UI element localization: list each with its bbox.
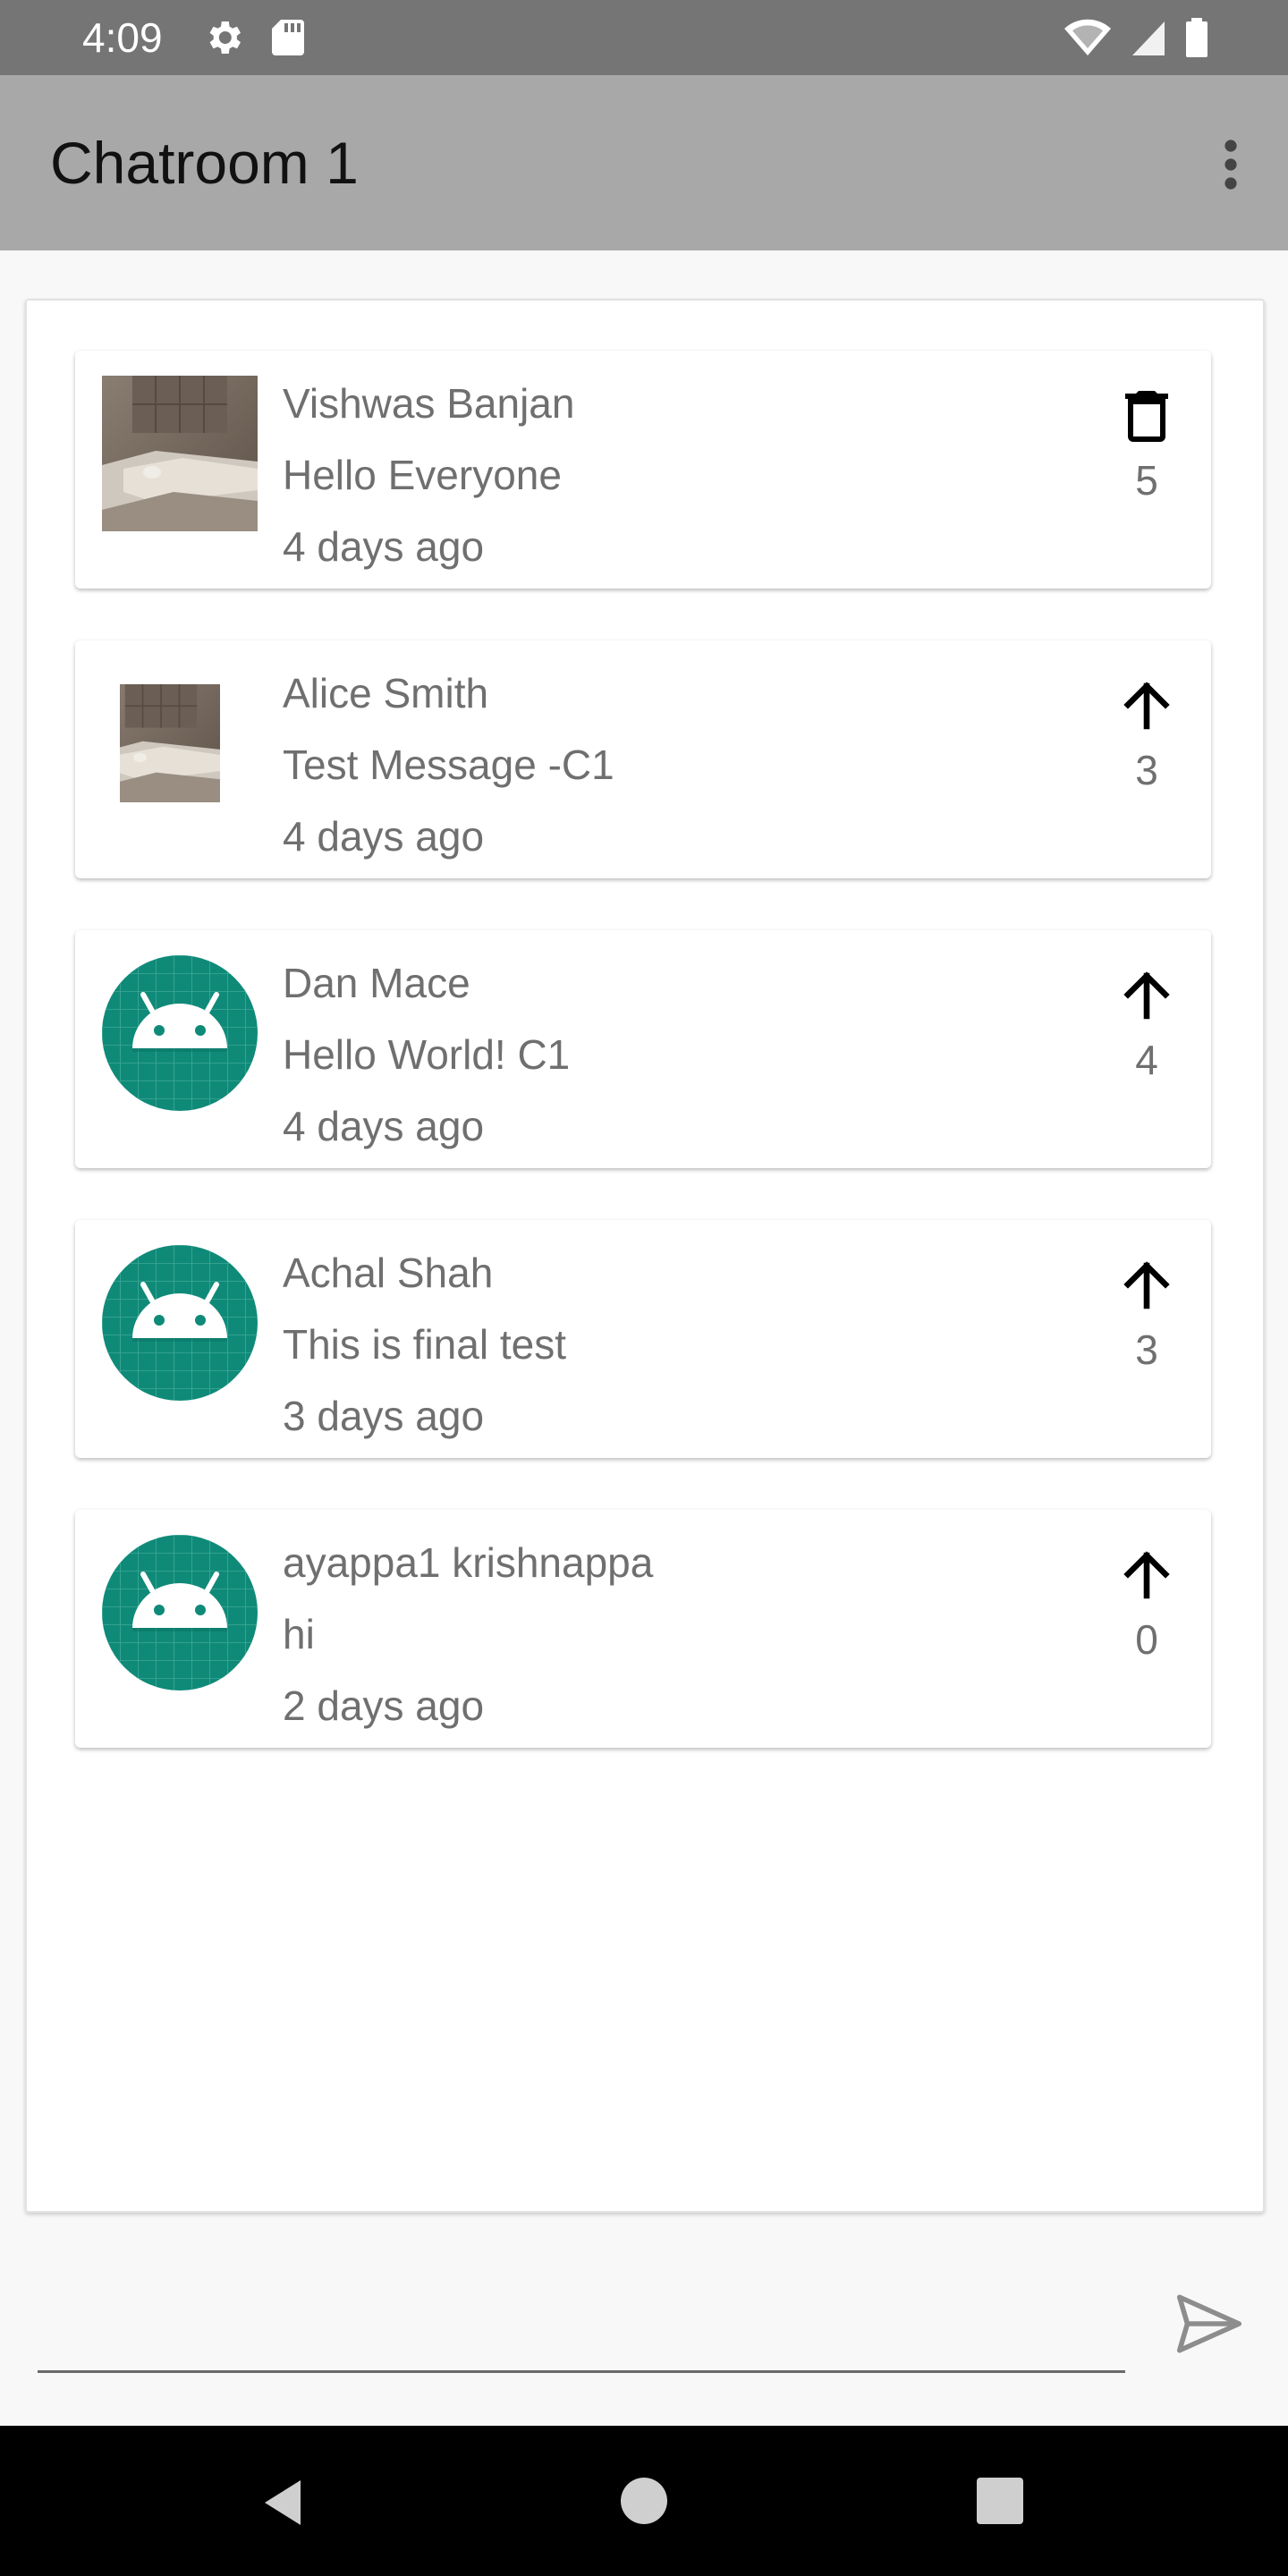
wifi-icon: [1064, 19, 1111, 55]
message-time: 4 days ago: [283, 1103, 485, 1149]
vote-count: 3: [1135, 747, 1158, 793]
message-card: Alice Smith Test Message -C1 4 days ago …: [75, 640, 1211, 878]
status-bar: 4:09: [0, 0, 1288, 75]
message-card: Achal Shah This is final test 3 days ago…: [75, 1220, 1211, 1458]
message-text: This is final test: [283, 1321, 566, 1368]
input-underline: [38, 2370, 1125, 2373]
message-author: Dan Mace: [283, 960, 470, 1006]
message-time: 3 days ago: [283, 1393, 485, 1439]
message-time: 4 days ago: [283, 523, 485, 570]
vote-count: 5: [1135, 457, 1158, 504]
sd-card-icon: [272, 20, 304, 55]
message-text: hi: [283, 1611, 315, 1657]
android-avatar-icon: [102, 1245, 258, 1401]
back-icon[interactable]: [256, 2476, 309, 2529]
message-card: ayappa1 krishnappa hi 2 days ago 0: [75, 1510, 1211, 1748]
vote-count: 4: [1135, 1037, 1158, 1083]
arrow-up-icon[interactable]: [1114, 673, 1179, 737]
message-card: Vishwas Banjan Hello Everyone 4 days ago…: [75, 351, 1211, 589]
status-right-icons: [1063, 16, 1209, 59]
message-author: Vishwas Banjan: [283, 380, 575, 427]
message-text: Test Message -C1: [283, 741, 614, 788]
delete-icon[interactable]: [1114, 383, 1179, 447]
home-icon[interactable]: [621, 2478, 667, 2524]
page-title: Chatroom 1: [50, 130, 359, 196]
cell-signal-icon: [1132, 21, 1165, 55]
settings-icon: [209, 21, 241, 55]
arrow-up-icon[interactable]: [1114, 1542, 1179, 1606]
vote-count: 0: [1135, 1616, 1158, 1663]
message-input[interactable]: [38, 2290, 1129, 2368]
message-card: Dan Mace Hello World! C1 4 days ago 4: [75, 930, 1211, 1168]
message-time: 2 days ago: [283, 1682, 485, 1729]
message-list[interactable]: Vishwas Banjan Hello Everyone 4 days ago…: [25, 299, 1265, 2213]
message-text: Hello Everyone: [283, 452, 562, 498]
recents-icon[interactable]: [977, 2478, 1023, 2524]
more-vert-icon[interactable]: [1199, 132, 1263, 197]
arrow-up-icon[interactable]: [1114, 1252, 1179, 1317]
message-author: ayappa1 krishnappa: [283, 1539, 654, 1586]
navigation-bar: [0, 2426, 1288, 2576]
message-time: 4 days ago: [283, 813, 485, 860]
message-author: Achal Shah: [283, 1250, 494, 1296]
avatar: [102, 376, 258, 531]
app-bar: Chatroom 1: [0, 75, 1288, 250]
arrow-up-icon[interactable]: [1114, 962, 1179, 1027]
message-author: Alice Smith: [283, 670, 489, 716]
message-text: Hello World! C1: [283, 1031, 571, 1078]
android-avatar-icon: [102, 955, 258, 1111]
android-avatar-icon: [102, 1535, 258, 1690]
status-left-icons: [202, 16, 308, 59]
status-time: 4:09: [82, 14, 163, 61]
vote-count: 3: [1135, 1326, 1158, 1373]
send-icon[interactable]: [1172, 2286, 1247, 2361]
avatar: [120, 665, 238, 821]
battery-icon: [1186, 18, 1208, 57]
